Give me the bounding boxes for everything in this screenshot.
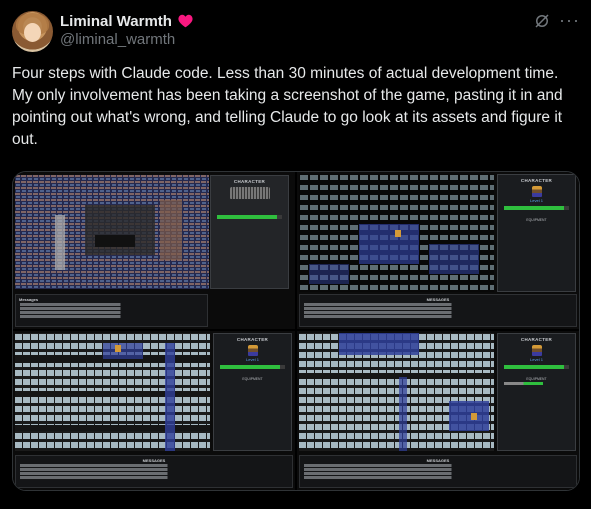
screenshot-step-3[interactable]: CHARACTER Level 1 EQUIPMENT MESSAGES [13,331,295,490]
character-panel: CHARACTER Level 1 EQUIPMENT [213,333,292,451]
character-panel: CHARACTER Level 1 EQUIPMENT [497,174,576,292]
messages-panel: MESSAGES [15,455,293,488]
screenshot-step-4[interactable]: CHARACTER Level 1 EQUIPMENT MESSAGES [297,331,579,490]
level-label: Level 1 [530,357,543,362]
media-grid[interactable]: CHARACTER Messages CHARACTER Level 1 EQU… [12,171,580,491]
messages-title: MESSAGES [426,297,450,302]
sprite-sheet [229,187,270,199]
grok-icon[interactable] [533,12,551,30]
level-label: Level 1 [530,198,543,203]
character-panel: CHARACTER [210,175,289,289]
panel-title: CHARACTER [236,337,269,342]
messages-title: MESSAGES [426,458,450,463]
character-panel: CHARACTER Level 1 EQUIPMENT [497,333,576,451]
avatar[interactable] [12,11,53,52]
hp-bar [504,365,569,369]
hero-sprite [531,345,542,356]
level-label: Level 1 [246,357,259,362]
author-row: Liminal Warmth [60,12,193,30]
dungeon-map [15,333,210,451]
equipment-title: EQUIPMENT [526,377,547,381]
panel-title: CHARACTER [233,179,266,184]
messages-panel: MESSAGES [299,455,577,488]
equipment-title: EQUIPMENT [526,218,547,222]
dungeon-map [15,175,209,289]
panel-title: CHARACTER [520,337,553,342]
panel-title: CHARACTER [520,178,553,183]
dungeon-map [299,174,494,292]
tweet-text: Four steps with Claude code. Less than 3… [12,65,563,148]
messages-panel: MESSAGES [299,294,577,327]
heart-icon [178,14,193,28]
hero-sprite [247,345,258,356]
messages-title: MESSAGES [142,458,166,463]
hero-sprite [531,186,542,197]
messages-title: Messages [19,297,39,302]
author-name[interactable]: Liminal Warmth [60,13,172,30]
dungeon-map [299,333,494,451]
hp-bar [220,365,285,369]
author-handle[interactable]: @liminal_warmth [60,31,175,48]
more-options-icon[interactable]: ··· [559,10,579,30]
equipment-title: EQUIPMENT [242,377,263,381]
messages-panel: Messages [15,294,208,327]
screenshot-step-2[interactable]: CHARACTER Level 1 EQUIPMENT MESSAGES [297,172,579,329]
screenshot-step-1[interactable]: CHARACTER Messages [13,172,295,329]
hp-bar [504,206,569,210]
